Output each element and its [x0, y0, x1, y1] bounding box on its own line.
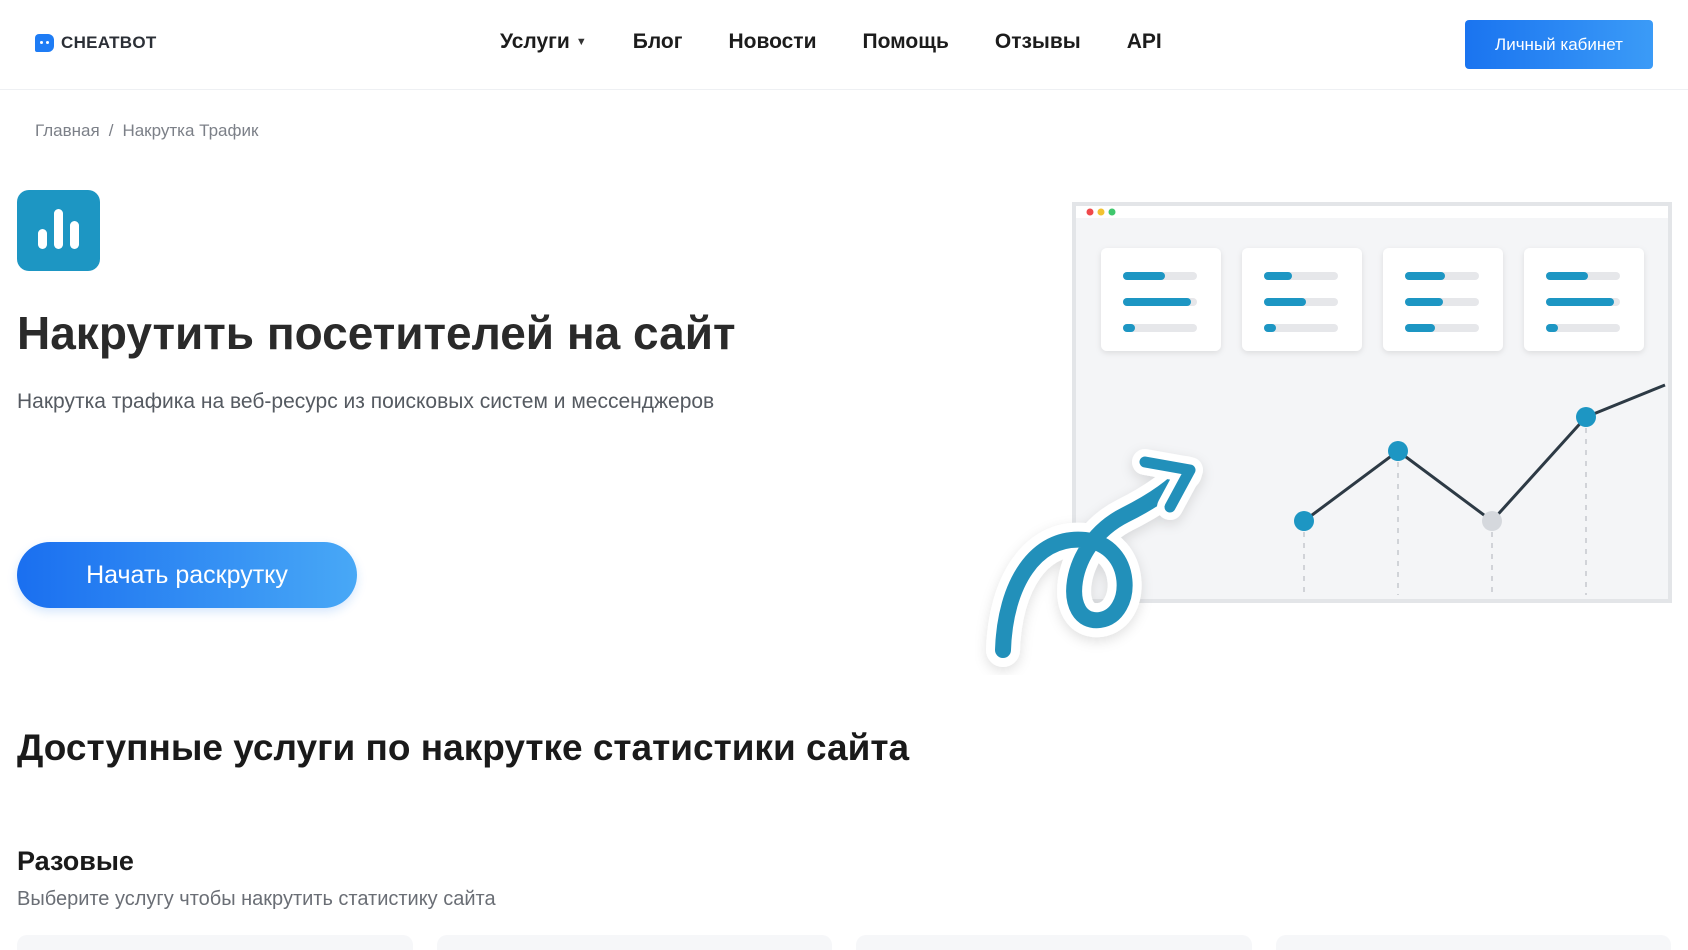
- service-card[interactable]: [436, 935, 832, 950]
- nav-label-blog: Блог: [632, 30, 683, 53]
- services-section-title: Доступные услуги по накрутке статистики …: [17, 727, 910, 768]
- nav-item-news[interactable]: Новости: [728, 30, 816, 54]
- logo[interactable]: CHEATBOT: [35, 33, 157, 53]
- bar-chart-icon: [17, 190, 100, 271]
- breadcrumb-current: Накрутка Трафик: [122, 121, 259, 140]
- logo-icon: [35, 34, 54, 52]
- nav-label-help: Помощь: [862, 30, 949, 53]
- service-card[interactable]: [1275, 935, 1671, 950]
- service-card[interactable]: [856, 935, 1252, 950]
- nav-item-api[interactable]: API: [1127, 30, 1162, 54]
- services-subtitle: Разовые: [17, 846, 134, 876]
- page-subtitle: Накрутка трафика на веб-ресурс из поиско…: [17, 390, 715, 413]
- nav-label-reviews: Отзывы: [994, 30, 1081, 53]
- personal-cabinet-button[interactable]: Личный кабинет: [1465, 20, 1653, 69]
- breadcrumb-separator: /: [108, 121, 114, 140]
- main-nav: Услуги ▼ Блог Новости Помощь Отзывы API: [500, 30, 1162, 54]
- logo-text: CHEATBOT: [61, 33, 157, 52]
- start-promotion-button[interactable]: Начать раскрутку: [17, 542, 357, 608]
- caret-down-icon: ▼: [575, 36, 587, 48]
- service-cards: [17, 935, 1671, 950]
- nav-label-services: Услуги: [500, 30, 570, 53]
- breadcrumb-home-link[interactable]: Главная: [35, 121, 100, 141]
- nav-label-news: Новости: [728, 30, 817, 53]
- page-title: Накрутить посетителей на сайт: [17, 307, 736, 359]
- nav-item-blog[interactable]: Блог: [633, 30, 683, 54]
- nav-item-help[interactable]: Помощь: [863, 30, 949, 54]
- service-card[interactable]: [17, 935, 413, 950]
- nav-label-api: API: [1126, 30, 1162, 53]
- site-header: CHEATBOT Услуги ▼ Блог Новости Помощь От…: [0, 0, 1688, 90]
- services-description: Выберите услугу чтобы накрутить статисти…: [17, 888, 496, 910]
- breadcrumb: Главная / Накрутка Трафик: [35, 121, 258, 141]
- nav-item-reviews[interactable]: Отзывы: [995, 30, 1081, 54]
- nav-item-services[interactable]: Услуги ▼: [500, 30, 587, 54]
- analytics-illustration: [986, 202, 1672, 667]
